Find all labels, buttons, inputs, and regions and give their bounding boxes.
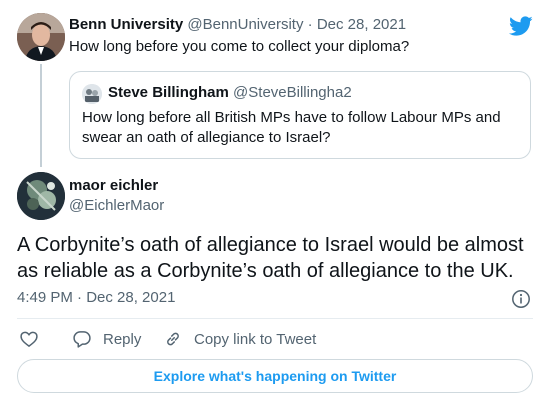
info-icon[interactable]: [511, 289, 531, 309]
copy-link-label: Copy link to Tweet: [194, 330, 317, 348]
like-button[interactable]: [19, 328, 50, 350]
parent-header: Benn University @BennUniversity · Dec 28…: [69, 15, 406, 35]
copy-link-button[interactable]: Copy link to Tweet: [163, 328, 316, 350]
parent-tweet-text: How long before you come to collect your…: [69, 38, 410, 55]
parent-avatar[interactable]: [17, 13, 65, 61]
parent-handle[interactable]: @BennUniversity: [187, 16, 303, 33]
parent-separator: ·: [307, 16, 313, 33]
parent-name[interactable]: Benn University: [69, 16, 183, 33]
quoted-handle: @SteveBillingha2: [233, 84, 352, 101]
main-tweet-text: A Corbynite’s oath of allegiance to Isra…: [17, 234, 524, 282]
tweet-embed-card: Benn University @BennUniversity · Dec 28…: [0, 0, 550, 408]
reply-bubble-icon: [73, 331, 91, 348]
twitter-bird-icon[interactable]: [508, 14, 533, 38]
main-avatar[interactable]: [17, 172, 65, 220]
parent-date[interactable]: Dec 28, 2021: [317, 16, 406, 33]
quoted-avatar: [82, 84, 102, 104]
link-icon: [167, 332, 179, 346]
quoted-tweet-text: How long before all British MPs have to …: [82, 109, 501, 146]
quoted-tweet[interactable]: Steve Billingham @SteveBillingha2 How lo…: [69, 71, 531, 159]
quoted-name: Steve Billingham: [108, 84, 229, 101]
explore-twitter-button[interactable]: Explore what's happening on Twitter: [17, 359, 533, 393]
explore-label: Explore what's happening on Twitter: [153, 368, 397, 384]
quoted-header: Steve Billingham @SteveBillingha2: [108, 83, 352, 103]
main-handle[interactable]: @EichlerMaor: [69, 196, 164, 216]
heart-icon: [20, 331, 38, 348]
reply-label: Reply: [103, 330, 142, 348]
thread-connector-line: [40, 64, 42, 167]
reply-button[interactable]: Reply: [72, 328, 141, 350]
main-name[interactable]: maor eichler: [69, 176, 158, 196]
tweet-timestamp[interactable]: 4:49 PM · Dec 28, 2021: [17, 288, 175, 308]
divider: [17, 318, 533, 319]
